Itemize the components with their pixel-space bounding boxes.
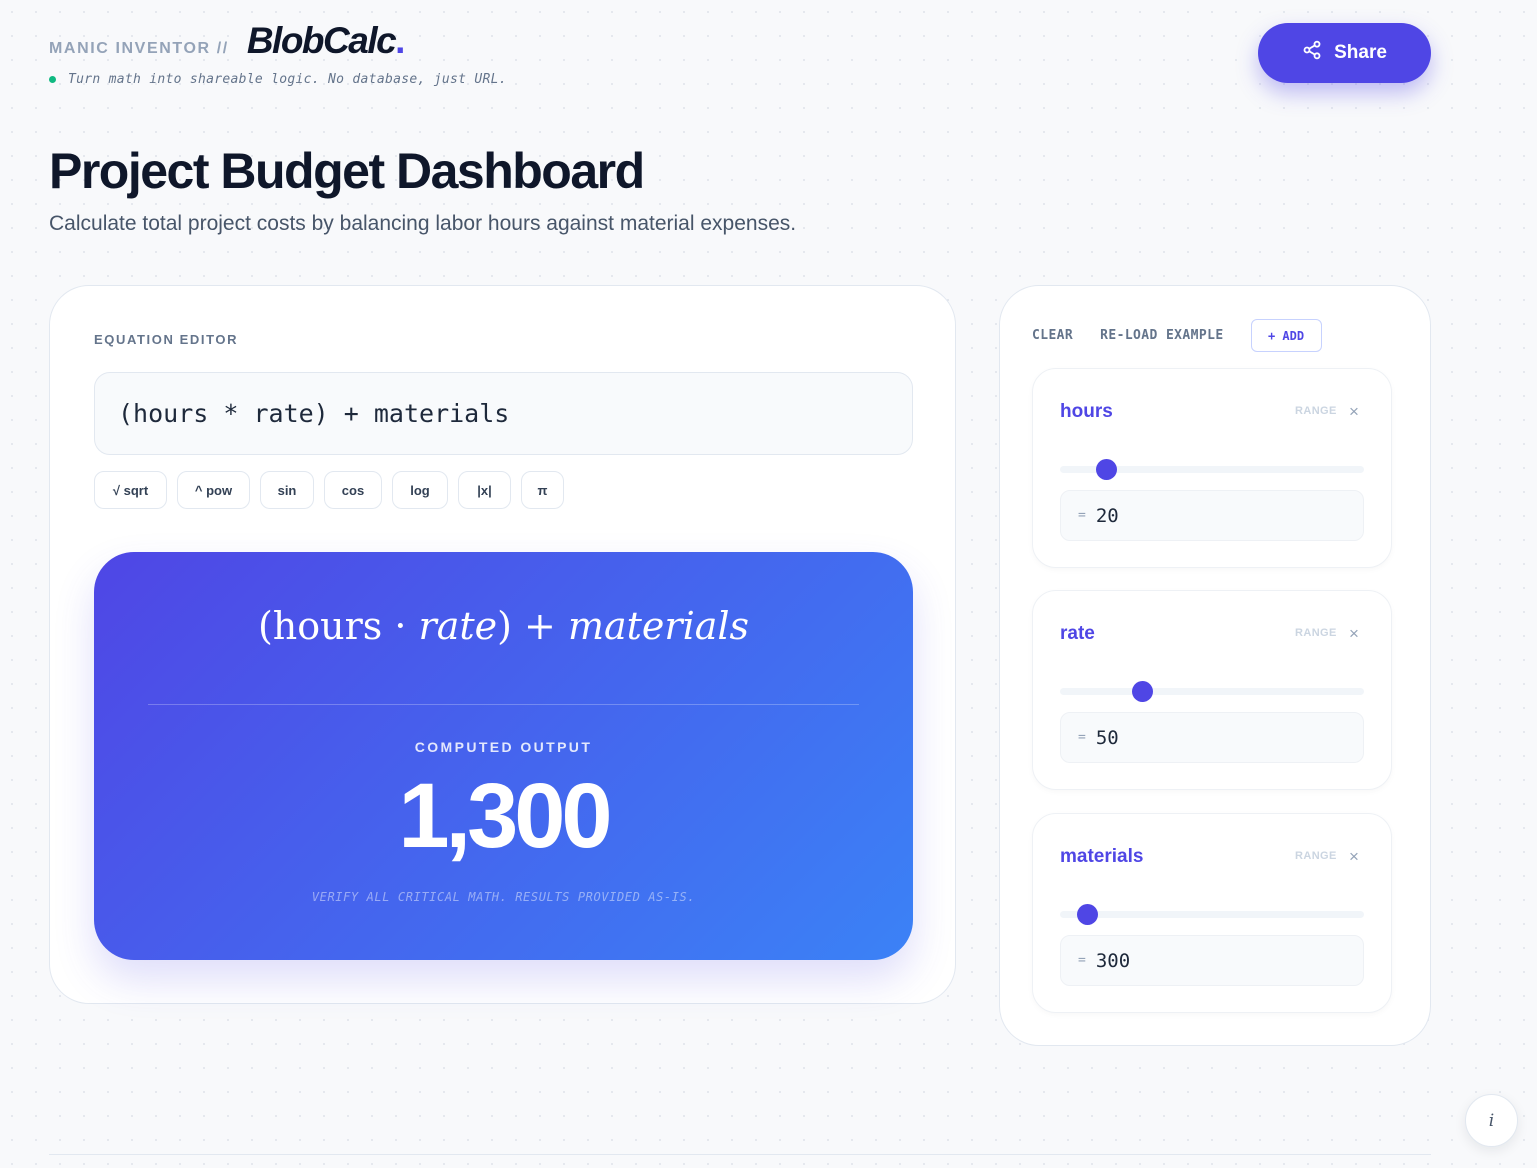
- equation-input[interactable]: [94, 372, 913, 455]
- equals-sign: =: [1078, 730, 1086, 745]
- reload-example-button[interactable]: RE-LOAD EXAMPLE: [1100, 328, 1223, 343]
- footer-divider: [49, 1154, 1431, 1155]
- remove-variable-icon[interactable]: ×: [1349, 624, 1359, 644]
- logo-dot: .: [395, 20, 405, 61]
- share-label: Share: [1334, 42, 1387, 63]
- pow-button[interactable]: ^ pow: [177, 471, 250, 509]
- status-dot-icon: [49, 76, 56, 83]
- range-button[interactable]: RANGE: [1295, 627, 1337, 639]
- variable-slider[interactable]: [1060, 904, 1364, 925]
- output-value: 1,300: [398, 765, 612, 867]
- variable-slider[interactable]: [1060, 681, 1364, 702]
- rendered-eq-rate: rate: [418, 604, 498, 648]
- page-subtitle: Calculate total project costs by balanci…: [49, 212, 797, 235]
- share-button[interactable]: Share: [1258, 23, 1431, 83]
- logo-text: BlobCalc: [246, 20, 397, 61]
- function-buttons: √ sqrt ^ pow sin cos log |x| π: [94, 471, 564, 509]
- equation-editor-card: EQUATION EDITOR √ sqrt ^ pow sin cos log…: [49, 285, 956, 1004]
- brand-tag: MANIC INVENTOR //: [49, 40, 229, 57]
- value-input[interactable]: [1095, 504, 1316, 527]
- result-divider: [148, 704, 859, 705]
- clear-button[interactable]: CLEAR: [1032, 328, 1073, 343]
- value-field: =: [1060, 712, 1364, 763]
- sin-button[interactable]: sin: [260, 471, 314, 509]
- abs-button[interactable]: |x|: [458, 471, 511, 509]
- share-icon: [1302, 40, 1322, 66]
- tagline: Turn math into shareable logic. No datab…: [49, 72, 507, 87]
- variables-card: CLEAR RE-LOAD EXAMPLE + ADD hours RANGE …: [999, 285, 1431, 1046]
- result-panel: (hours · rate) + materials COMPUTED OUTP…: [94, 552, 913, 960]
- value-field: =: [1060, 490, 1364, 541]
- cos-button[interactable]: cos: [324, 471, 382, 509]
- info-icon[interactable]: i: [1465, 1094, 1518, 1147]
- value-input[interactable]: [1095, 949, 1316, 972]
- variable-slider[interactable]: [1060, 459, 1364, 480]
- variable-name: hours: [1060, 401, 1113, 422]
- rendered-eq-close: ) +: [497, 604, 568, 648]
- variable-card: hours RANGE × =: [1032, 368, 1392, 568]
- app-logo[interactable]: BlobCalc.: [246, 20, 406, 62]
- slider-thumb[interactable]: [1095, 459, 1117, 480]
- page-title: Project Budget Dashboard: [49, 143, 645, 199]
- range-button[interactable]: RANGE: [1295, 850, 1337, 862]
- rendered-eq-materials: materials: [567, 604, 750, 648]
- remove-variable-icon[interactable]: ×: [1349, 402, 1359, 422]
- output-label: COMPUTED OUTPUT: [414, 739, 593, 755]
- remove-variable-icon[interactable]: ×: [1349, 847, 1359, 867]
- tagline-text: Turn math into shareable logic. No datab…: [68, 72, 507, 87]
- brand: MANIC INVENTOR // BlobCalc.: [49, 20, 406, 62]
- slider-thumb[interactable]: [1132, 681, 1154, 702]
- equals-sign: =: [1078, 953, 1086, 968]
- range-button[interactable]: RANGE: [1295, 405, 1337, 417]
- equals-sign: =: [1078, 508, 1086, 523]
- value-input[interactable]: [1095, 726, 1316, 749]
- section-label: EQUATION EDITOR: [94, 332, 239, 347]
- variables-toolbar: CLEAR RE-LOAD EXAMPLE + ADD: [1032, 319, 1322, 352]
- slider-thumb[interactable]: [1077, 904, 1099, 925]
- variable-name: rate: [1060, 623, 1095, 644]
- variable-card: materials RANGE × =: [1032, 813, 1392, 1013]
- sqrt-button[interactable]: √ sqrt: [94, 471, 167, 509]
- rendered-eq-open: (hours ·: [257, 604, 419, 648]
- variable-name: materials: [1060, 846, 1144, 867]
- disclaimer: VERIFY ALL CRITICAL MATH. RESULTS PROVID…: [311, 890, 696, 904]
- variable-card: rate RANGE × =: [1032, 590, 1392, 790]
- log-button[interactable]: log: [392, 471, 448, 509]
- value-field: =: [1060, 935, 1364, 986]
- pi-button[interactable]: π: [521, 471, 564, 509]
- rendered-equation: (hours · rate) + materials: [94, 604, 913, 648]
- add-variable-button[interactable]: + ADD: [1250, 319, 1322, 352]
